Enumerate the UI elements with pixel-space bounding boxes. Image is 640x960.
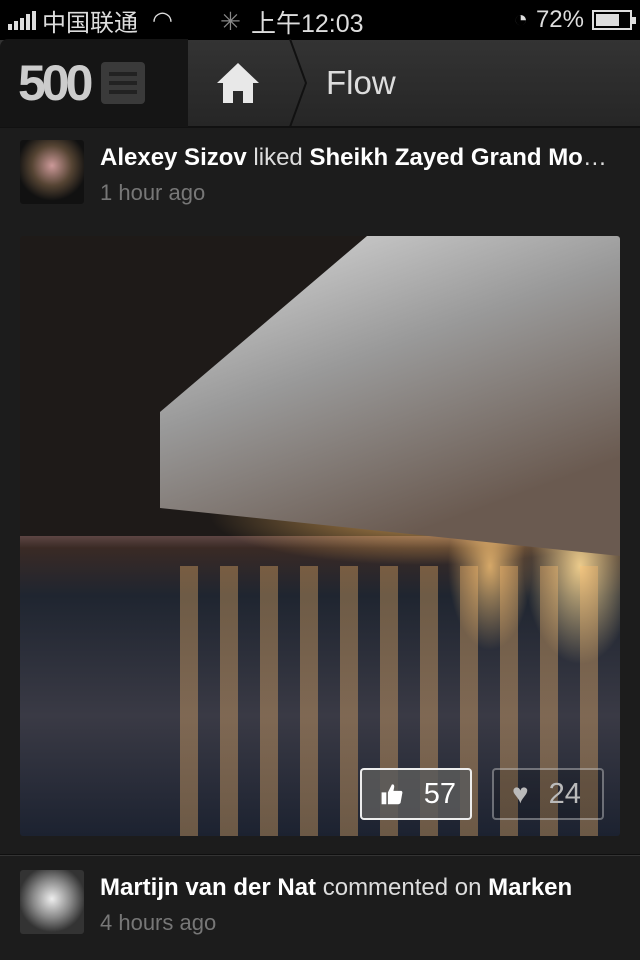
avatar[interactable] (20, 870, 84, 934)
like-button[interactable]: 57 (360, 768, 472, 820)
activity-spinner-icon: ✳ (220, 8, 241, 36)
favorite-button[interactable]: ♥ 24 (492, 768, 604, 820)
heart-icon: ♥ (512, 778, 529, 809)
photo-title[interactable]: Marken (488, 874, 572, 901)
photo[interactable]: 57 ♥ 24 (20, 236, 620, 836)
clock: 上午12:03 (250, 10, 364, 38)
feed-item[interactable]: Alexey Sizov liked Sheikh Zayed Grand Mo… (0, 128, 640, 218)
alarm-icon: ◔ (513, 6, 528, 33)
home-button[interactable] (188, 39, 288, 127)
user-name[interactable]: Martijn van der Nat (100, 874, 316, 901)
signal-icon (8, 10, 36, 30)
timestamp: 1 hour ago (100, 180, 206, 205)
nav-bar: 500 Flow (0, 39, 640, 128)
photo-mosque (160, 236, 620, 556)
wifi-icon: ◠ (152, 6, 173, 34)
feed-item[interactable]: Martijn van der Nat commented on Marken … (0, 858, 640, 948)
divider (0, 854, 640, 856)
timestamp: 4 hours ago (100, 910, 217, 935)
action-text: liked (253, 144, 303, 171)
menu-button[interactable]: 500 (0, 39, 188, 127)
logo: 500 (18, 55, 93, 111)
menu-icon (101, 62, 146, 104)
action-text: commented on (322, 874, 482, 901)
carrier: 中国联通 (42, 9, 138, 37)
user-name[interactable]: Alexey Sizov (100, 144, 247, 171)
battery-icon (592, 10, 636, 30)
photo-title[interactable]: Sheikh Zayed Grand Mosque (309, 144, 620, 171)
breadcrumb-separator-icon (289, 39, 308, 127)
home-icon (217, 63, 259, 103)
thumbs-up-icon (381, 784, 403, 805)
like-count: 57 (423, 777, 456, 810)
status-bar: 中国联通 ◠ ✳ 上午12:03 ◔ 72% (0, 0, 640, 40)
page-title: Flow (326, 64, 396, 101)
favorite-count: 24 (548, 777, 581, 810)
battery-percent: 72% (535, 6, 584, 33)
avatar[interactable] (20, 140, 84, 204)
